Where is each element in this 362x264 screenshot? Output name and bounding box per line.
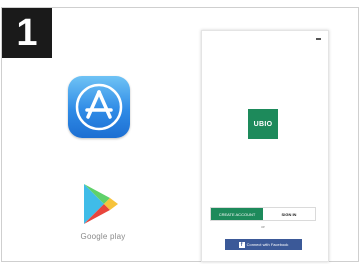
app-store-icon[interactable] (68, 76, 130, 138)
phone-screen: UBIO CREATE ACCOUNT SIGN IN or f Connect… (201, 30, 329, 262)
app-logo: UBIO (248, 109, 278, 139)
facebook-connect-button[interactable]: f Connect with Facebook (225, 239, 302, 250)
sign-in-button[interactable]: SIGN IN (263, 208, 315, 220)
step-number-badge: 1 (2, 8, 52, 58)
or-separator: or (261, 224, 265, 229)
facebook-icon: f (238, 241, 245, 248)
facebook-connect-label: Connect with Facebook (246, 242, 289, 247)
status-bar-indicator (316, 38, 321, 40)
google-play-icon[interactable] (80, 182, 120, 226)
instruction-panel: 1 Google play UBIO CREATE ACCOUNT SIGN I… (1, 7, 359, 262)
auth-button-row: CREATE ACCOUNT SIGN IN (210, 207, 316, 221)
create-account-button[interactable]: CREATE ACCOUNT (211, 208, 263, 220)
google-play-label: Google play (80, 232, 126, 241)
